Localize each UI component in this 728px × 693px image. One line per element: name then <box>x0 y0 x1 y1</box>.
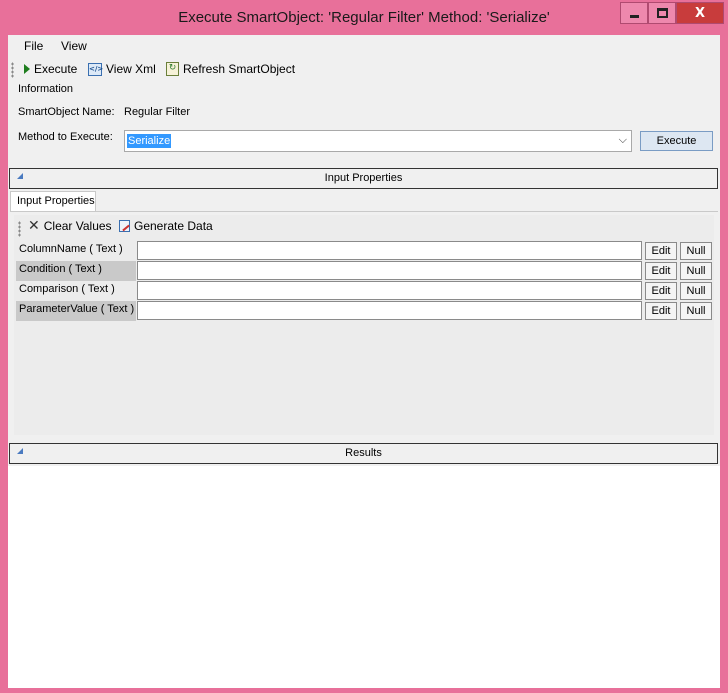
null-button[interactable]: Null <box>680 262 712 280</box>
clear-icon: ✕ <box>28 218 40 234</box>
tab-input-properties[interactable]: Input Properties <box>10 191 96 211</box>
input-properties-section-header[interactable]: Input Properties <box>9 168 718 189</box>
edit-button[interactable]: Edit <box>645 302 677 320</box>
property-label: Comparison ( Text ) <box>19 283 115 295</box>
smartobject-name-value: Regular Filter <box>124 106 191 118</box>
title-bar[interactable]: Execute SmartObject: 'Regular Filter' Me… <box>0 0 728 35</box>
toolbar-grip[interactable] <box>11 62 14 78</box>
toolbar-execute-button[interactable]: Execute <box>24 62 77 76</box>
minimize-icon <box>629 15 639 18</box>
menu-bar: File View <box>8 35 720 57</box>
property-row-comparison: Comparison ( Text ) Edit Null <box>16 281 714 301</box>
property-row-parametervalue: ParameterValue ( Text ) Edit Null <box>16 301 714 321</box>
results-section-header[interactable]: Results <box>9 443 718 464</box>
null-button[interactable]: Null <box>680 282 712 300</box>
refresh-smartobject-label: Refresh SmartObject <box>183 62 296 76</box>
view-xml-label: View Xml <box>106 62 156 76</box>
refresh-icon: ↻ <box>166 62 179 76</box>
property-row-columnname: ColumnName ( Text ) Edit Null <box>16 241 714 261</box>
generate-data-label: Generate Data <box>134 219 213 233</box>
toolbar-execute-label: Execute <box>34 62 78 76</box>
menu-view[interactable]: View <box>61 39 87 53</box>
property-label: Condition ( Text ) <box>16 261 136 281</box>
input-properties-header-label: Input Properties <box>324 172 403 184</box>
null-button[interactable]: Null <box>680 242 712 260</box>
play-icon <box>24 64 30 74</box>
results-area[interactable] <box>8 466 720 688</box>
minimize-button[interactable] <box>620 2 648 24</box>
chevron-down-icon[interactable]: ⌵ <box>619 133 627 147</box>
method-selected-value: Serialize <box>127 134 172 148</box>
comparison-input[interactable] <box>137 281 642 300</box>
method-to-execute-label: Method to Execute: <box>18 131 113 143</box>
xml-icon: </> <box>88 62 103 76</box>
toolbar: Execute </> View Xml ↻ Refresh SmartObje… <box>8 58 720 82</box>
edit-button[interactable]: Edit <box>645 282 677 300</box>
maximize-button[interactable] <box>648 2 676 24</box>
close-button[interactable]: X <box>676 2 724 24</box>
clear-values-button[interactable]: ✕ Clear Values <box>28 219 112 233</box>
execute-button[interactable]: Execute <box>640 131 713 151</box>
generate-data-icon <box>119 220 130 232</box>
parametervalue-input[interactable] <box>137 301 642 320</box>
edit-button[interactable]: Edit <box>645 242 677 260</box>
tab-divider <box>10 211 718 212</box>
refresh-smartobject-button[interactable]: ↻ Refresh SmartObject <box>166 62 295 76</box>
props-toolbar-grip[interactable] <box>18 221 21 237</box>
property-label: ParameterValue ( Text ) <box>16 301 136 321</box>
client-area: File View Execute </> View Xml ↻ Refresh… <box>8 35 720 688</box>
information-group-label: Information <box>18 83 74 95</box>
maximize-icon <box>656 8 668 18</box>
close-icon: X <box>694 5 706 21</box>
menu-file[interactable]: File <box>24 39 43 53</box>
results-header-label: Results <box>345 447 382 459</box>
property-row-condition: Condition ( Text ) Edit Null <box>16 261 714 281</box>
window-title: Execute SmartObject: 'Regular Filter' Me… <box>178 9 550 26</box>
columnname-input[interactable] <box>137 241 642 260</box>
view-xml-button[interactable]: </> View Xml <box>88 62 156 76</box>
property-label: ColumnName ( Text ) <box>19 243 123 255</box>
null-button[interactable]: Null <box>680 302 712 320</box>
execute-smartobject-window: Execute SmartObject: 'Regular Filter' Me… <box>0 0 728 693</box>
condition-input[interactable] <box>137 261 642 280</box>
generate-data-button[interactable]: Generate Data <box>119 219 213 233</box>
smartobject-name-label: SmartObject Name: <box>18 106 115 118</box>
edit-button[interactable]: Edit <box>645 262 677 280</box>
clear-values-label: Clear Values <box>43 219 112 233</box>
method-select[interactable]: Serialize ⌵ <box>124 130 632 152</box>
